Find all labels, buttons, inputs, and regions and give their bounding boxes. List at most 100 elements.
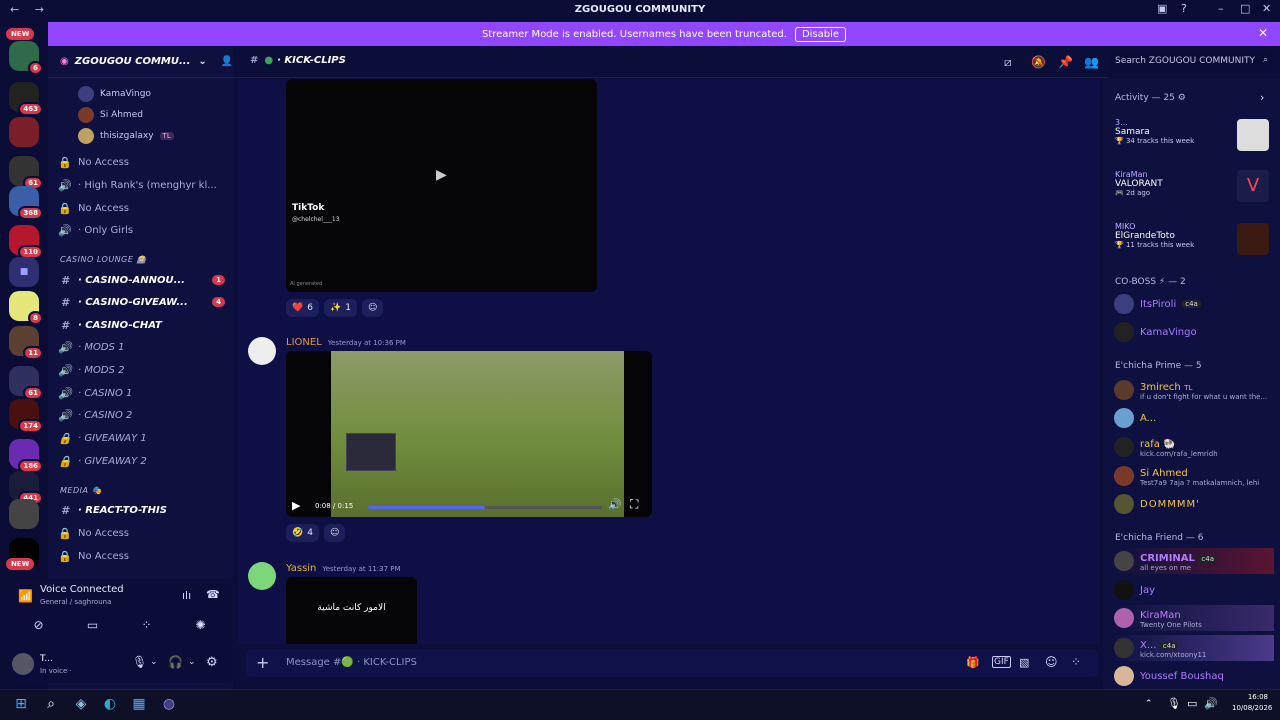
reaction-sparkle[interactable]: ✨ 1	[324, 299, 357, 317]
server-icon[interactable]: 8	[9, 291, 43, 325]
emoji-icon[interactable]: ☺	[1045, 655, 1058, 669]
chevron-down-icon[interactable]: ⌄	[188, 657, 196, 667]
voice-channel[interactable]: General / saghrouna	[40, 598, 111, 606]
close-icon[interactable]: ✕	[1258, 26, 1268, 40]
server-icon[interactable]: 368	[9, 186, 43, 220]
mic-icon[interactable]: 🎙	[132, 655, 147, 669]
member-row[interactable]: Youssef Boushaq	[1114, 663, 1274, 689]
channel-item[interactable]: 🔊 · MODS 2	[58, 360, 233, 380]
gift-icon[interactable]: 🎁	[966, 656, 980, 669]
disable-button[interactable]: Disable	[794, 26, 847, 42]
fullscreen-icon[interactable]: ⛶	[630, 497, 638, 512]
server-icon[interactable]	[9, 117, 39, 147]
channel-item[interactable]: # · CASINO-GIVEAW... 4	[58, 292, 233, 312]
voice-member[interactable]: Si Ahmed	[78, 107, 143, 123]
screenshare-button[interactable]: ▭	[70, 615, 115, 635]
reaction-heart[interactable]: ❤️ 6	[286, 299, 319, 317]
chevron-right-icon[interactable]: ›	[1260, 91, 1264, 104]
voice-member[interactable]: KamaVingo	[78, 86, 151, 102]
channel-item[interactable]: # · CASINO-CHAT	[58, 315, 233, 335]
network-icon[interactable]: ▭	[1187, 697, 1197, 710]
add-reaction-button[interactable]: ☺	[362, 299, 384, 317]
member-row[interactable]: Si Ahmed Test7a9 7aja ? matkalamnich, leh…	[1114, 463, 1274, 489]
channel-item[interactable]: 🔒 No Access	[58, 523, 233, 543]
gif-icon[interactable]: GIF	[992, 656, 1011, 668]
image-attachment[interactable]: الامور كانت ماشية	[286, 577, 417, 644]
voice-status[interactable]: Voice Connected	[40, 584, 124, 595]
tray-chevron-icon[interactable]: ⌃	[1145, 699, 1153, 709]
server-icon[interactable]: 61	[9, 156, 43, 190]
maximize-icon[interactable]: □	[1240, 2, 1250, 15]
play-icon[interactable]: ▶	[292, 499, 300, 512]
volume-icon[interactable]: 🔊	[608, 498, 622, 511]
discord-icon[interactable]: ◍	[160, 696, 178, 714]
photos-icon[interactable]: ▦	[130, 696, 148, 714]
sticker-icon[interactable]: ▧	[1019, 656, 1029, 669]
channel-item[interactable]: 🔒 · GIVEAWAY 1	[58, 428, 233, 448]
inbox-icon[interactable]: ▣	[1157, 2, 1167, 15]
server-icon[interactable]: 11	[9, 326, 43, 360]
channel-item[interactable]: 🔊 · CASINO 1	[58, 383, 233, 403]
channel-item[interactable]: 🔒 No Access	[58, 546, 233, 566]
voice-member[interactable]: thisizgalaxy TL	[78, 128, 174, 144]
channel-item[interactable]: 🔒 No Access	[58, 198, 233, 218]
play-icon[interactable]: ▶	[436, 167, 447, 183]
server-icon[interactable]: 186	[9, 439, 43, 473]
camera-button[interactable]: ⊘	[16, 615, 61, 635]
member-row[interactable]: ItsPiroli c4a	[1114, 291, 1274, 317]
server-icon[interactable]: 174	[9, 399, 43, 433]
channel-item[interactable]: # · REACT-TO-THIS	[58, 500, 233, 520]
server-icon[interactable]	[9, 499, 39, 529]
member-row[interactable]: rafa 🐏 kick.com/rafa_lemridh	[1114, 434, 1274, 460]
channel-item[interactable]: 🔊 · High Rank's (menghyr kl...	[58, 175, 233, 195]
message-input[interactable]: Message #🟢 · KICK-CLIPS	[286, 657, 417, 668]
soundboard-icon[interactable]: ılı	[182, 589, 191, 602]
apps-icon[interactable]: ⁘	[1071, 655, 1081, 669]
video-progress[interactable]	[368, 506, 602, 509]
user-name[interactable]: T...	[40, 654, 53, 664]
category-media[interactable]: MEDIA 🎭	[60, 486, 102, 495]
folder-icon[interactable]: ■	[9, 257, 39, 287]
activity-card[interactable]: 3... Samara 🏆 34 tracks this week	[1115, 118, 1194, 145]
member-row[interactable]: Jay	[1114, 577, 1274, 603]
activities-button[interactable]: ⁘	[124, 615, 169, 635]
member-row[interactable]: CRIMINAL c4a all eyes on me	[1114, 548, 1274, 574]
notification-mute-icon[interactable]: 🔕	[1031, 55, 1046, 69]
clock[interactable]: 16:08 10/08/2026	[1232, 692, 1272, 714]
member-row[interactable]: 3mirech TL if u don't fight for what u wa…	[1114, 377, 1274, 403]
soundboard-button[interactable]: ✺	[178, 615, 223, 635]
minimize-icon[interactable]: –	[1218, 2, 1224, 15]
pin-icon[interactable]: 📌	[1058, 55, 1073, 69]
tiktok-video-embed[interactable]: ▶ TikTok @chelchel___13 AI generated	[286, 79, 597, 292]
server-icon[interactable]: 61	[9, 366, 43, 400]
category-casino[interactable]: CASINO LOUNGE 🎰	[60, 255, 147, 264]
video-player[interactable]: ▶ 0:08 / 0:15 🔊 ⛶	[286, 351, 652, 517]
mic-tray-icon[interactable]: 🎙	[1167, 697, 1181, 710]
member-row[interactable]: DOMMMM'	[1114, 491, 1274, 517]
invite-icon[interactable]: 👤	[221, 56, 233, 67]
member-row[interactable]: KamaVingo	[1114, 319, 1274, 345]
add-reaction-button[interactable]: ☺	[324, 524, 346, 542]
member-row[interactable]: A...	[1114, 405, 1274, 431]
threads-icon[interactable]: ⧄	[1004, 55, 1012, 70]
activity-card[interactable]: MIKO ElGrandeToto 🏆 11 tracks this week	[1115, 222, 1194, 249]
channel-item[interactable]: 🔒 · GIVEAWAY 2	[58, 451, 233, 471]
activity-header[interactable]: Activity — 25 ⚙	[1115, 93, 1186, 103]
channel-item[interactable]: 🔒 No Access	[58, 152, 233, 172]
channel-item[interactable]: 🔊 · Only Girls	[58, 220, 233, 240]
members-icon[interactable]: 👥	[1084, 55, 1099, 69]
server-header[interactable]: ◉ ZGOUGOU COMMU... ⌄ 👤	[48, 46, 238, 78]
author-name[interactable]: LIONEL	[286, 337, 322, 348]
chevron-down-icon[interactable]: ⌄	[150, 657, 158, 667]
member-row[interactable]: KiraMan Twenty One Pilots	[1114, 605, 1274, 631]
activity-card[interactable]: KiraMan VALORANT 🎮 2d ago	[1115, 170, 1163, 197]
headphones-icon[interactable]: 🎧	[168, 655, 183, 669]
plus-icon[interactable]: +	[256, 653, 269, 672]
server-icon[interactable]: 441	[9, 471, 43, 505]
gear-icon[interactable]: ⚙	[206, 655, 218, 670]
volume-tray-icon[interactable]: 🔊	[1204, 697, 1218, 710]
search-icon[interactable]: ⌕	[42, 696, 60, 714]
steam-icon[interactable]: ◈	[72, 696, 90, 714]
channel-item[interactable]: 🔊 · CASINO 2	[58, 405, 233, 425]
server-icon[interactable]: 6	[9, 41, 43, 75]
